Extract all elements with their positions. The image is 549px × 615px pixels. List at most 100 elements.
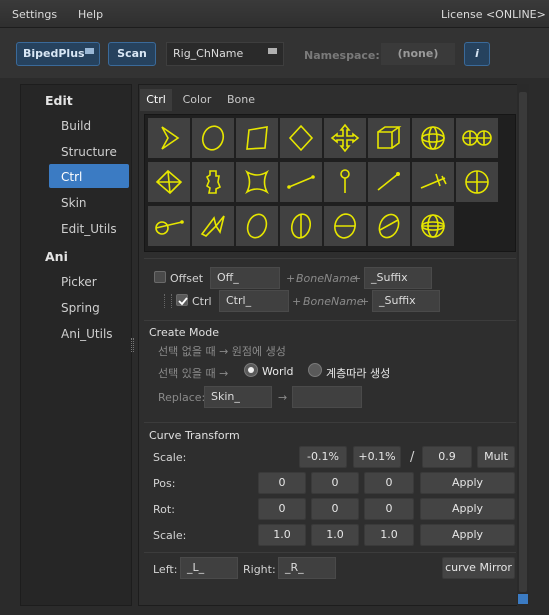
scale-x-input[interactable]: 1.0 [258, 524, 306, 546]
shape-cell[interactable] [412, 206, 454, 246]
ctrl-suffix-input[interactable]: _Suffix [372, 290, 440, 312]
world-label: World [262, 365, 294, 378]
scrollbar-thumb[interactable] [519, 92, 527, 592]
tab-color[interactable]: Color [176, 89, 218, 111]
curve-mirror-button[interactable]: curve Mirror [442, 557, 515, 579]
hierarchy-label: 계층따라 생성 [326, 367, 391, 380]
ctrl-label: Ctrl [192, 295, 212, 308]
left-token-input[interactable]: _L_ [180, 557, 238, 579]
namespace-field[interactable]: (none) [380, 42, 456, 66]
scale-apply-button[interactable]: Apply [420, 524, 515, 546]
line-ball-shape-icon [287, 175, 315, 189]
offset-suffix-input[interactable]: _Suffix [364, 267, 432, 289]
sidebar-item-skin[interactable]: Skin [61, 196, 87, 210]
shape-cell[interactable] [412, 118, 454, 158]
square-shape-icon [246, 126, 268, 150]
shape-cell[interactable] [192, 206, 234, 246]
half-circle-shape-icon [334, 213, 356, 239]
offset-checkbox[interactable] [154, 271, 166, 283]
sidebar-item-ctrl[interactable]: Ctrl [61, 170, 82, 184]
circle-cross-shape-icon [465, 170, 489, 194]
scale-minus-button[interactable]: -0.1% [299, 446, 347, 468]
shape-cell[interactable] [148, 162, 190, 202]
shape-cell[interactable] [192, 162, 234, 202]
shape-cell[interactable] [456, 162, 498, 202]
mult-value-input[interactable]: 0.9 [422, 446, 472, 468]
divider [144, 320, 516, 321]
scale-y-input[interactable]: 1.0 [311, 524, 359, 546]
replace-from-input[interactable]: Skin_ [204, 386, 272, 408]
shape-cell[interactable] [456, 118, 498, 158]
sidebar-item-edit-utils[interactable]: Edit_Utils [61, 222, 117, 236]
star-square-shape-icon [245, 169, 269, 195]
info-button[interactable]: i [464, 42, 490, 66]
pos-apply-button[interactable]: Apply [420, 472, 515, 494]
sidebar-item-structure[interactable]: Structure [61, 145, 117, 159]
offset-bone-name: BoneName [296, 272, 357, 285]
namespace-label: Namespace: [304, 49, 380, 62]
ctrl-checkbox[interactable] [176, 294, 188, 306]
pos-x-input[interactable]: 0 [258, 472, 306, 494]
shape-cell[interactable] [368, 118, 410, 158]
gear-shape-icon [205, 170, 222, 194]
curve-transform-title: Curve Transform [149, 429, 240, 442]
rot-apply-button[interactable]: Apply [420, 498, 515, 520]
shape-cell[interactable] [368, 206, 410, 246]
splitter-handle[interactable] [131, 338, 134, 352]
shape-cell[interactable] [280, 206, 322, 246]
offset-label: Offset [170, 272, 204, 285]
pyramid-shape-icon [155, 169, 183, 195]
rot-y-input[interactable]: 0 [311, 498, 359, 520]
ctrl-prefix-input[interactable]: Ctrl_ [219, 290, 289, 312]
rot-x-input[interactable]: 0 [258, 498, 306, 520]
scrollbar[interactable] [517, 84, 529, 606]
shape-cell[interactable] [324, 206, 366, 246]
sidebar-group-ani: Ani [45, 249, 68, 264]
menu-help[interactable]: Help [78, 8, 103, 21]
hierarchy-radio[interactable] [308, 363, 322, 377]
ctrl-bone-name: BoneName [303, 295, 364, 308]
right-token-input[interactable]: _R_ [278, 557, 336, 579]
offset-prefix-input[interactable]: Off_ [210, 267, 280, 289]
sidebar-item-picker[interactable]: Picker [61, 275, 97, 289]
shape-cell[interactable] [236, 118, 278, 158]
with-selection-hint: 선택 있을 때 → [158, 367, 229, 380]
four-arrows-shape-icon [330, 123, 360, 153]
sidebar-item-ani-utils[interactable]: Ani_Utils [61, 327, 113, 341]
sidebar-item-build[interactable]: Build [61, 119, 91, 133]
shape-cell[interactable] [412, 162, 454, 202]
scroll-indicator [518, 594, 528, 604]
ring-ellipse-shape-icon [290, 213, 312, 239]
scale-plus-button[interactable]: +0.1% [353, 446, 401, 468]
plus-sign: + [360, 295, 370, 308]
shape-cell[interactable] [280, 162, 322, 202]
shape-cell[interactable] [324, 118, 366, 158]
shape-cell[interactable] [368, 162, 410, 202]
license-status: License <ONLINE> [441, 8, 546, 21]
shape-cell[interactable] [192, 118, 234, 158]
scan-button[interactable]: Scan [108, 42, 156, 66]
shape-cell[interactable] [236, 206, 278, 246]
drag-handle[interactable] [164, 294, 172, 308]
replace-to-input[interactable] [292, 386, 362, 408]
sidebar-item-spring[interactable]: Spring [61, 301, 100, 315]
shape-cell[interactable] [148, 206, 190, 246]
plus-sign: + [286, 272, 296, 285]
zigzag-arrow-shape-icon [200, 215, 225, 237]
tab-bone[interactable]: Bone [222, 89, 260, 111]
biped-plus-button[interactable]: BipedPlus [16, 42, 100, 66]
scale-z-input[interactable]: 1.0 [364, 524, 414, 546]
tab-ctrl[interactable]: Ctrl [140, 89, 172, 111]
pos-y-input[interactable]: 0 [311, 472, 359, 494]
rig-name-dropdown[interactable]: Rig_ChName [166, 42, 284, 66]
pos-z-input[interactable]: 0 [364, 472, 414, 494]
menu-settings[interactable]: Settings [12, 8, 57, 21]
world-radio[interactable] [244, 363, 258, 377]
shape-cell[interactable] [236, 162, 278, 202]
rot-z-input[interactable]: 0 [364, 498, 414, 520]
shape-cell[interactable] [280, 118, 322, 158]
shape-cell[interactable] [148, 118, 190, 158]
create-mode-title: Create Mode [149, 326, 220, 339]
shape-cell[interactable] [324, 162, 366, 202]
mult-button[interactable]: Mult [477, 446, 515, 468]
